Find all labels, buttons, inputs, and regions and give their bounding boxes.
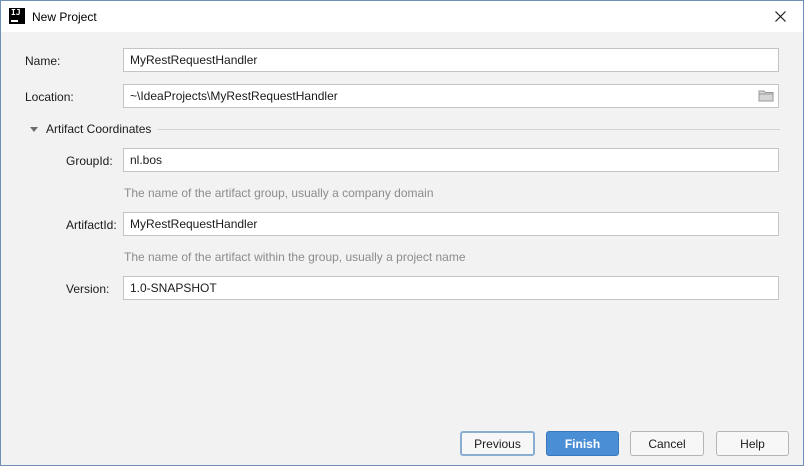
finish-button[interactable]: Finish (546, 431, 619, 456)
title-bar: IJ New Project (1, 1, 803, 32)
previous-button[interactable]: Previous (460, 431, 535, 456)
help-button[interactable]: Help (716, 431, 789, 456)
location-label: Location: (25, 90, 74, 104)
location-field[interactable]: ~\IdeaProjects\MyRestRequestHandler (123, 84, 779, 108)
artifact-id-field[interactable]: MyRestRequestHandler (123, 212, 779, 236)
artifact-coordinates-toggle[interactable]: Artifact Coordinates (30, 122, 151, 136)
close-button[interactable] (757, 1, 803, 32)
artifact-id-label: ArtifactId: (66, 218, 117, 232)
window-title: New Project (32, 10, 97, 24)
group-id-hint: The name of the artifact group, usually … (124, 186, 434, 200)
name-label: Name: (25, 54, 61, 68)
section-divider (158, 129, 780, 130)
location-value: ~\IdeaProjects\MyRestRequestHandler (130, 89, 338, 103)
artifact-id-hint: The name of the artifact within the grou… (124, 250, 466, 264)
folder-icon[interactable] (758, 89, 774, 103)
new-project-dialog: IJ New Project Name: MyRestRequestHandle… (0, 0, 804, 466)
intellij-idea-icon: IJ (9, 8, 25, 24)
name-field[interactable]: MyRestRequestHandler (123, 48, 779, 72)
expand-triangle-icon (30, 126, 38, 132)
version-field[interactable]: 1.0-SNAPSHOT (123, 276, 779, 300)
cancel-button[interactable]: Cancel (630, 431, 704, 456)
version-label: Version: (66, 282, 110, 296)
artifact-coordinates-label: Artifact Coordinates (46, 122, 152, 136)
group-id-field[interactable]: nl.bos (123, 148, 779, 172)
app-icon-text: IJ (11, 8, 21, 17)
close-icon (774, 11, 786, 22)
group-id-label: GroupId: (66, 154, 113, 168)
